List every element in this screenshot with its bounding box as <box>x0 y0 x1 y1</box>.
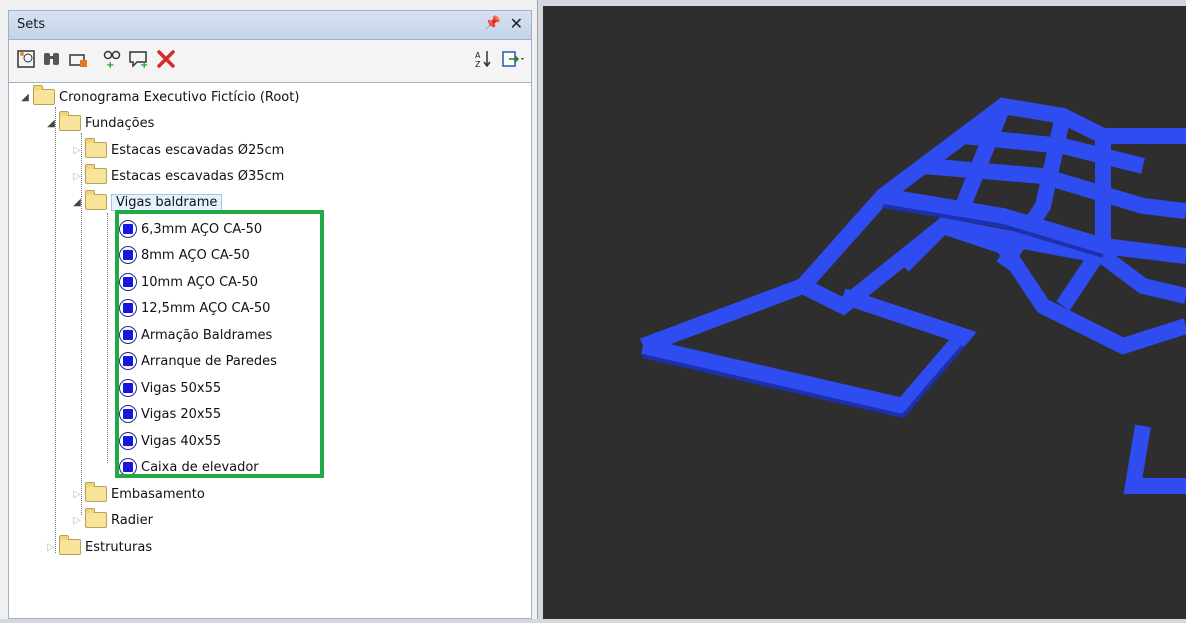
folder-icon <box>85 508 107 528</box>
tree-node-label: Embasamento <box>111 486 205 502</box>
close-icon[interactable]: ✕ <box>510 14 523 33</box>
folder-icon <box>85 482 107 502</box>
import-export-icon[interactable] <box>499 46 529 72</box>
tree-node-label: Estacas escavadas Ø25cm <box>111 142 285 158</box>
tree-node-label: Vigas baldrame <box>111 193 223 211</box>
expand-arrow-icon[interactable]: ▷ <box>71 489 83 500</box>
new-folder-icon[interactable] <box>65 46 91 72</box>
svg-text:+: + <box>140 60 148 69</box>
tree-node-label: Cronograma Executivo Fictício (Root) <box>59 89 300 105</box>
sets-panel: Sets 📌 ✕ + + AZ ◢ Cronograma Executivo F… <box>0 0 538 619</box>
collapse-arrow-icon[interactable]: ◢ <box>71 197 83 208</box>
collapse-arrow-icon[interactable]: ◢ <box>19 92 31 103</box>
svg-text:+: + <box>106 60 114 69</box>
tree-node-estacas35[interactable]: ▷ Estacas escavadas Ø35cm <box>71 164 284 188</box>
tree-node-estruturas[interactable]: ▷ Estruturas <box>45 535 152 559</box>
tree-connector <box>55 107 56 553</box>
collapse-arrow-icon[interactable]: ◢ <box>45 118 57 129</box>
foundation-beams-model <box>640 97 1186 494</box>
delete-icon[interactable] <box>153 46 179 72</box>
tree-node-estacas25[interactable]: ▷ Estacas escavadas Ø25cm <box>71 138 284 162</box>
tree-node-label: Estruturas <box>85 539 153 555</box>
folder-icon <box>59 535 81 555</box>
expand-arrow-icon[interactable]: ▷ <box>71 515 83 526</box>
find-items-icon[interactable] <box>39 46 65 72</box>
svg-text:Z: Z <box>475 60 481 69</box>
tree-connector <box>107 213 108 463</box>
add-search-set-icon[interactable]: + <box>99 46 125 72</box>
folder-icon <box>85 138 107 158</box>
expand-arrow-icon[interactable]: ▷ <box>71 171 83 182</box>
expand-arrow-icon[interactable]: ▷ <box>45 542 57 553</box>
tree-node-embasamento[interactable]: ▷ Embasamento <box>71 482 205 506</box>
tree-node-root[interactable]: ◢ Cronograma Executivo Fictício (Root) <box>19 85 299 109</box>
folder-icon <box>33 85 55 105</box>
beam-grid <box>640 97 1186 494</box>
panel-title: Sets <box>17 17 46 32</box>
tree-node-radier[interactable]: ▷ Radier <box>71 508 153 532</box>
add-comment-icon[interactable]: + <box>125 46 151 72</box>
pin-icon[interactable]: 📌 <box>485 16 501 31</box>
tree-node-label: Radier <box>111 512 153 528</box>
save-set-icon[interactable] <box>13 46 39 72</box>
expand-arrow-icon[interactable]: ▷ <box>71 145 83 156</box>
sort-icon[interactable]: AZ <box>471 46 497 72</box>
panel-titlebar: Sets 📌 ✕ <box>8 10 532 40</box>
3d-viewport[interactable] <box>543 6 1186 619</box>
highlight-box <box>115 210 324 478</box>
folder-icon <box>59 111 81 131</box>
tree-node-label: Estacas escavadas Ø35cm <box>111 168 285 184</box>
tree-node-fundacoes[interactable]: ◢ Fundações <box>45 111 154 135</box>
tree-node-label: Fundações <box>85 115 155 131</box>
svg-text:A: A <box>475 51 481 60</box>
folder-icon <box>85 164 107 184</box>
sets-toolbar: + + AZ <box>8 40 532 82</box>
folder-icon <box>85 190 107 210</box>
